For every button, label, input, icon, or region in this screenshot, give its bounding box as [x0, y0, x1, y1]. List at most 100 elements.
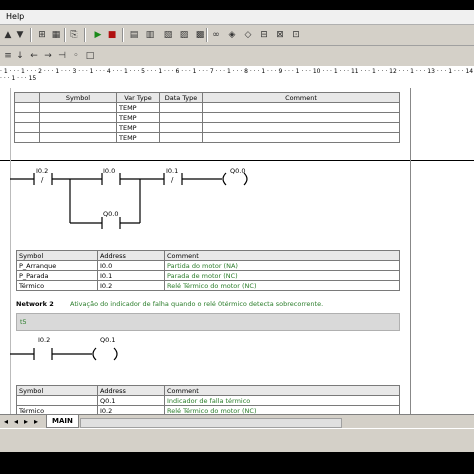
toolbar-standard: ▲ ▼ ⊞ ▦ ⎘ ▶ ■ ▤ ▥ ▧ ▨ ▩ ∞ ◈ ◇ ⊟ ⊠ ⊡	[0, 25, 474, 46]
arrow-up-icon[interactable]: ▲	[2, 29, 14, 41]
col-symbol: Symbol	[16, 385, 98, 396]
col-data-type: Data Type	[159, 92, 203, 103]
status-bar	[0, 428, 474, 452]
horizontal-scrollbar[interactable]	[80, 418, 342, 428]
table-row[interactable]: TEMP	[14, 132, 400, 143]
table-row[interactable]: P_Arranque I0.0 Partida do motor (NA)	[16, 260, 400, 271]
table-row[interactable]: TEMP	[14, 112, 400, 123]
col-comment: Comment	[202, 92, 400, 103]
col-var-type: Var Type	[116, 92, 160, 103]
menu-bar: Help	[0, 10, 474, 25]
tab-bar: ◂ ◂ ▸ ▸ MAIN	[0, 414, 474, 429]
table-row[interactable]: Térmico I0.2 Relé Térmico do motor (NC)	[16, 280, 400, 291]
var-type-cell[interactable]: TEMP	[116, 132, 160, 143]
address-cell: I0.1	[97, 270, 165, 281]
network2-comment-text: t5	[20, 318, 27, 326]
col-address: Address	[97, 385, 165, 396]
var-type-cell[interactable]: TEMP	[116, 112, 160, 123]
arrow-down-icon[interactable]: ▼	[14, 29, 26, 41]
col-address: Address	[97, 250, 165, 261]
program-status-icon[interactable]: ▤	[128, 29, 140, 41]
box-icon[interactable]: □	[84, 50, 96, 62]
variable-table: Symbol Var Type Data Type Comment TEMP T…	[14, 92, 400, 143]
menu-help[interactable]: Help	[6, 12, 24, 21]
toolbar-separator	[122, 28, 124, 42]
coil-label[interactable]: Q0.1	[100, 336, 115, 344]
address-cell: Q0.1	[97, 395, 165, 406]
toolbar-separator	[64, 28, 66, 42]
tab-scroll-next-icon[interactable]: ▸	[24, 417, 28, 426]
comment-cell: Indicador de falla térmico	[164, 395, 400, 406]
network2-symbol-table: Symbol Address Comment Q0.1 Indicador de …	[16, 385, 400, 416]
contact-label[interactable]: I0.2	[38, 336, 50, 344]
col-comment: Comment	[164, 250, 400, 261]
line-right-icon[interactable]: →	[42, 50, 54, 62]
line-left-icon[interactable]: ←	[28, 50, 40, 62]
table-row[interactable]: TEMP	[14, 122, 400, 133]
col-symbol: Symbol	[39, 92, 117, 103]
network2-description[interactable]: Ativação do indicador de falha quando o …	[70, 300, 323, 308]
force-list-icon[interactable]: ⊠	[274, 29, 286, 41]
status-chart-icon[interactable]: ▥	[144, 29, 156, 41]
address-cell: I0.0	[97, 260, 165, 271]
ruler-marks: · 1 · · · 1 · · · 2 · · · 1 · · · 3 · · …	[0, 68, 474, 82]
nc-contact-slash: /	[171, 176, 174, 184]
contact-label[interactable]: I0.0	[103, 167, 115, 175]
symbol-table-header: Symbol Address Comment	[16, 250, 400, 261]
tab-scroll-last-icon[interactable]: ▸	[34, 417, 38, 426]
var-type-cell[interactable]: TEMP	[116, 102, 160, 113]
coil-icon[interactable]: ◦	[70, 50, 82, 62]
run-icon[interactable]: ▶	[92, 29, 104, 41]
comment-cell: Relé Térmico do motor (NC)	[164, 280, 400, 291]
col-symbol: Symbol	[16, 250, 98, 261]
force-icon[interactable]: ∞	[210, 29, 222, 41]
editor-right-edge	[410, 88, 411, 414]
comment-cell: Partida do motor (NA)	[164, 260, 400, 271]
trend-icon[interactable]: ▧	[162, 29, 174, 41]
stop-icon[interactable]: ■	[106, 29, 118, 41]
col-comment: Comment	[164, 385, 400, 396]
row-header-cell	[14, 92, 40, 103]
symbol-cell	[16, 395, 98, 406]
tab-main[interactable]: MAIN	[46, 415, 79, 428]
coil-label[interactable]: Q0.0	[230, 167, 245, 175]
unforce-icon[interactable]: ◈	[226, 29, 238, 41]
line-down-icon[interactable]: ↓	[14, 50, 26, 62]
compile-all-icon[interactable]: ▦	[50, 29, 62, 41]
contact-label[interactable]: I0.2	[36, 167, 48, 175]
ruler: · 1 · · · 1 · · · 2 · · · 1 · · · 3 · · …	[0, 66, 474, 89]
write-icon[interactable]: ⊟	[258, 29, 270, 41]
pause-trend-icon[interactable]: ▨	[178, 29, 190, 41]
toolbar-separator	[206, 28, 208, 42]
read-all-forced-icon[interactable]: ◇	[242, 29, 254, 41]
single-read-icon[interactable]: ▩	[194, 29, 206, 41]
symbol-table-header: Symbol Address Comment	[16, 385, 400, 396]
variable-table-header: Symbol Var Type Data Type Comment	[14, 92, 400, 103]
table-row[interactable]: TEMP	[14, 102, 400, 113]
network2-comment-box[interactable]: t5	[16, 313, 400, 331]
toolbar-separator	[30, 28, 32, 42]
toolbar-instructions: ≡ ↓ ← → ⊣ ◦ □	[0, 46, 474, 67]
symbol-cell: Térmico	[16, 280, 98, 291]
tab-scroll-prev-icon[interactable]: ◂	[14, 417, 18, 426]
symbol-cell: P_Arranque	[16, 260, 98, 271]
trend-view-icon[interactable]: ⊡	[290, 29, 302, 41]
network1-symbol-table: Symbol Address Comment P_Arranque I0.0 Par…	[16, 250, 400, 291]
comment-cell: Parada de motor (NC)	[164, 270, 400, 281]
insert-network-icon[interactable]: ≡	[2, 50, 14, 62]
tab-scroll-first-icon[interactable]: ◂	[4, 417, 8, 426]
contact-label[interactable]: Q0.0	[103, 210, 118, 218]
contact-icon[interactable]: ⊣	[56, 50, 68, 62]
ladder-editor[interactable]: Symbol Var Type Data Type Comment TEMP T…	[0, 88, 474, 416]
network2-title[interactable]: Network 2	[16, 300, 54, 308]
contact-label[interactable]: I0.1	[166, 167, 178, 175]
var-type-cell[interactable]: TEMP	[116, 122, 160, 133]
compile-icon[interactable]: ⊞	[36, 29, 48, 41]
address-cell: I0.2	[97, 280, 165, 291]
symbol-cell: P_Parada	[16, 270, 98, 281]
toolbar-separator	[84, 28, 86, 42]
table-row[interactable]: Q0.1 Indicador de falla térmico	[16, 395, 400, 406]
table-row[interactable]: P_Parada I0.1 Parada de motor (NC)	[16, 270, 400, 281]
nc-contact-slash: /	[41, 176, 44, 184]
download-icon[interactable]: ⎘	[68, 29, 80, 41]
